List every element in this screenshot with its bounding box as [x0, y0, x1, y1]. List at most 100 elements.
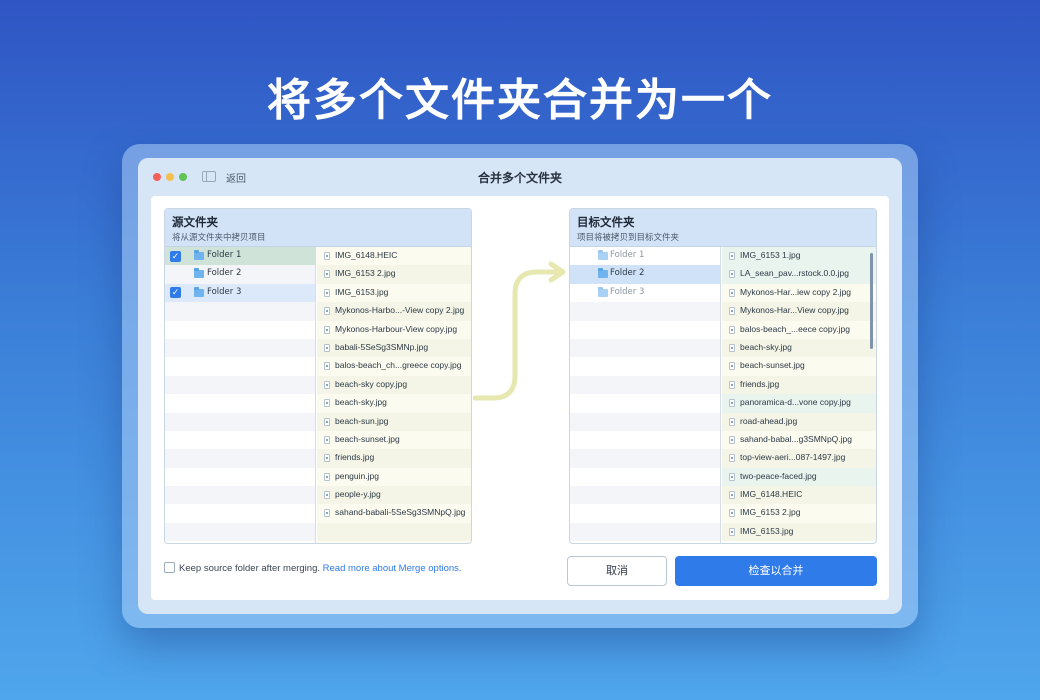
- folder-icon: [598, 250, 608, 260]
- image-file-icon: [324, 454, 330, 463]
- source-folder-row[interactable]: ✓ Folder 3: [165, 283, 315, 303]
- empty-row: [570, 522, 720, 542]
- file-name: beach-sky copy.jpg: [335, 378, 408, 389]
- file-row[interactable]: LA_sean_pav...rstock.0.0.jpg: [722, 265, 876, 284]
- target-folder-row[interactable]: Folder 2: [570, 265, 720, 284]
- file-row[interactable]: road-ahead.jpg: [722, 412, 876, 431]
- empty-row: [317, 541, 471, 543]
- file-row[interactable]: IMG_6153 2.jpg: [722, 504, 876, 523]
- file-row[interactable]: beach-sky.jpg: [317, 394, 471, 413]
- target-folder-row[interactable]: Folder 3: [570, 283, 720, 303]
- empty-row: [570, 357, 720, 376]
- empty-row: [570, 541, 720, 543]
- file-name: road-ahead.jpg: [740, 415, 798, 426]
- titlebar: 返回 合并多个文件夹: [138, 158, 902, 196]
- file-name: people-y.jpg: [335, 489, 381, 500]
- image-file-icon: [729, 288, 735, 297]
- file-row[interactable]: sahand-babali-5SeSg3SMNpQ.jpg: [317, 504, 471, 523]
- file-name: LA_sean_pav...rstock.0.0.jpg: [740, 268, 849, 279]
- file-row[interactable]: top-view-aeri...087-1497.jpg: [722, 449, 876, 468]
- source-file-list: IMG_6148.HEIC IMG_6153 2.jpg IMG_6153.jp…: [317, 247, 471, 543]
- image-file-icon: [324, 307, 330, 316]
- file-row[interactable]: babali-5SeSg3SMNp.jpg: [317, 338, 471, 358]
- source-folder-row[interactable]: ✓ Folder 1: [165, 247, 315, 266]
- target-folder-row[interactable]: Folder 1: [570, 247, 720, 266]
- file-name: balos-beach_...eece copy.jpg: [740, 323, 850, 334]
- file-row[interactable]: balos-beach_ch...greece copy.jpg: [317, 357, 471, 376]
- file-row[interactable]: IMG_6148.HEIC: [722, 486, 876, 505]
- file-name: IMG_6153.jpg: [740, 525, 794, 536]
- empty-row: [165, 338, 315, 358]
- target-panel-subtitle: 项目将被拷贝到目标文件夹: [577, 233, 680, 243]
- empty-row: [317, 522, 471, 542]
- image-file-icon: [729, 491, 735, 500]
- file-name: beach-sunset.jpg: [335, 433, 400, 444]
- file-name: beach-sky.jpg: [740, 341, 792, 352]
- file-row[interactable]: IMG_6153 2.jpg: [317, 265, 471, 284]
- empty-row: [165, 486, 315, 505]
- file-row[interactable]: IMG_6148.HEIC: [317, 247, 471, 266]
- image-file-icon: [729, 399, 735, 408]
- empty-row: [165, 412, 315, 431]
- file-row[interactable]: Mykonos-Harbo...-View copy 2.jpg: [317, 302, 471, 321]
- image-file-icon: [324, 252, 330, 260]
- file-row[interactable]: Mykonos-Harbour-View copy.jpg: [317, 320, 471, 339]
- file-row[interactable]: beach-sky.jpg: [722, 338, 876, 358]
- file-row[interactable]: Mykonos-Har...iew copy 2.jpg: [722, 283, 876, 303]
- target-scrollbar[interactable]: [870, 253, 873, 349]
- window-title: 合并多个文件夹: [477, 171, 562, 185]
- checkbox-checked-icon[interactable]: ✓: [170, 250, 181, 262]
- file-name: IMG_6153 2.jpg: [335, 268, 396, 279]
- empty-row: [570, 394, 720, 413]
- empty-row: [165, 320, 315, 339]
- file-row[interactable]: friends.jpg: [722, 375, 876, 395]
- file-row[interactable]: panoramica-d...vone copy.jpg: [722, 394, 876, 413]
- file-row[interactable]: balos-beach_...eece copy.jpg: [722, 320, 876, 339]
- empty-row: [570, 412, 720, 431]
- empty-row: [165, 467, 315, 487]
- image-file-icon: [324, 288, 330, 297]
- file-name: IMG_6153.jpg: [335, 286, 389, 297]
- folder-label: Folder 2: [207, 268, 242, 279]
- empty-row: [570, 449, 720, 468]
- folder-icon: [598, 286, 608, 297]
- checkbox-checked-icon[interactable]: ✓: [170, 287, 181, 299]
- image-file-icon: [324, 509, 330, 518]
- file-row[interactable]: IMG_6153.jpg: [317, 283, 471, 303]
- empty-row: [165, 504, 315, 523]
- source-panel-title: 源文件夹: [172, 215, 218, 229]
- image-file-icon: [729, 454, 735, 463]
- image-file-icon: [324, 362, 330, 371]
- file-name: top-view-aeri...087-1497.jpg: [740, 452, 846, 463]
- empty-row: [165, 394, 315, 413]
- merge-arrow-icon: [473, 261, 566, 401]
- file-row[interactable]: friends.jpg: [317, 449, 471, 468]
- file-row[interactable]: IMG_6153.jpg: [722, 522, 876, 542]
- content-area: 源文件夹 将从源文件夹中拷贝项目 ✓ Folder 1 Folder 2 ✓ F…: [151, 196, 889, 600]
- file-row[interactable]: beach-sky copy.jpg: [317, 375, 471, 395]
- source-folder-row[interactable]: Folder 2: [165, 265, 315, 284]
- read-more-link[interactable]: Read more about Merge options.: [323, 563, 462, 574]
- file-name: babali-5SeSg3SMNp.jpg: [335, 341, 429, 352]
- empty-row: [165, 357, 315, 376]
- source-panel-subtitle: 将从源文件夹中拷贝项目: [172, 233, 266, 243]
- file-row[interactable]: Mykonos-Har...View copy.jpg: [722, 302, 876, 321]
- empty-row: [570, 486, 720, 505]
- file-row[interactable]: IMG_6153 1.jpg: [722, 247, 876, 266]
- check-merge-button[interactable]: 检查以合并: [675, 556, 877, 586]
- file-row[interactable]: people-y.jpg: [317, 486, 471, 505]
- empty-row: [570, 467, 720, 487]
- image-file-icon: [324, 343, 330, 352]
- image-file-icon: [729, 527, 735, 536]
- file-row[interactable]: sahand-babal...g3SMNpQ.jpg: [722, 430, 876, 450]
- file-row[interactable]: beach-sunset.jpg: [317, 430, 471, 450]
- cancel-button[interactable]: 取消: [567, 556, 667, 586]
- file-name: two-peace-faced.jpg: [740, 470, 817, 481]
- file-row[interactable]: penguin.jpg: [317, 467, 471, 487]
- file-row[interactable]: two-peace-faced.jpg: [722, 467, 876, 487]
- file-row[interactable]: beach-sunset.jpg: [722, 357, 876, 376]
- empty-row: [165, 522, 315, 542]
- keep-source-checkbox[interactable]: [164, 562, 175, 573]
- file-row[interactable]: beach-sun.jpg: [317, 412, 471, 431]
- empty-row: [165, 375, 315, 395]
